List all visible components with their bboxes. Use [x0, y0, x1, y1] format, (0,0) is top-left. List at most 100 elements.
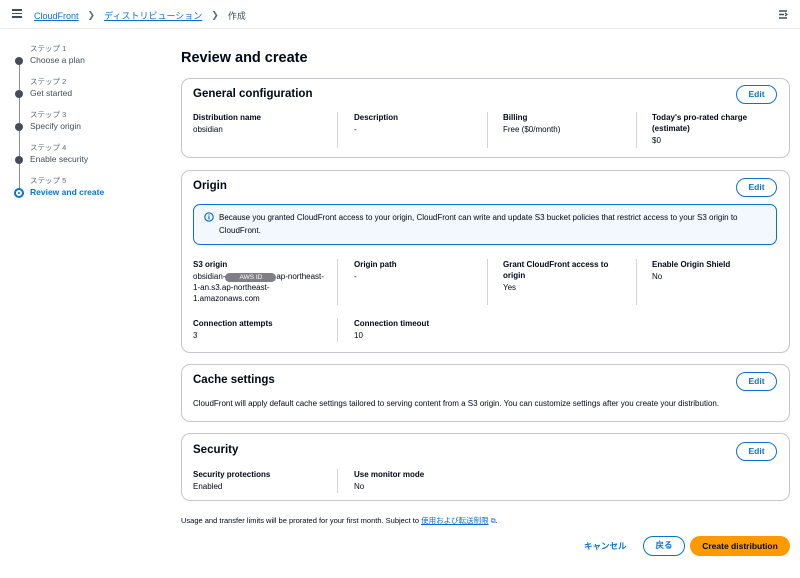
- field-value: 3: [193, 331, 198, 340]
- step-number: ステップ 5: [30, 176, 67, 185]
- external-link-icon: ⧉: [488, 518, 496, 525]
- breadcrumb: CloudFront ❯ ディストリビューション ❯ 作成: [34, 9, 246, 22]
- field-label: Origin path: [354, 260, 397, 269]
- chevron-right-icon: ❯: [211, 10, 219, 20]
- origin-card: Origin Edit Because you granted CloudFro…: [181, 170, 790, 353]
- step-dot-icon: [15, 57, 23, 65]
- field-value: No: [652, 272, 663, 281]
- step-number: ステップ 3: [30, 110, 67, 119]
- field-label: Distribution name: [193, 113, 262, 122]
- breadcrumb-create: 作成: [227, 11, 246, 21]
- field-label: Today's pro-rated charge (estimate): [652, 113, 748, 133]
- create-distribution-button[interactable]: Create distribution: [690, 536, 790, 556]
- breadcrumb-cloudfront[interactable]: CloudFront: [34, 11, 79, 21]
- edit-general-button[interactable]: Edit: [736, 85, 777, 104]
- field-s3-origin: S3 origin obsidian- AWS ID ap-northeast-1-…: [193, 259, 328, 304]
- s3-origin-prefix: obsidian-: [193, 272, 226, 281]
- field-security-protections: Security protections Enabled: [193, 469, 328, 492]
- field-origin-path: Origin path -: [354, 259, 479, 282]
- divider: [337, 469, 338, 493]
- divider: [636, 112, 637, 148]
- field-origin-shield: Enable Origin Shield No: [652, 259, 777, 282]
- breadcrumb-distributions[interactable]: ディストリビューション: [104, 9, 202, 22]
- field-value: $0: [652, 136, 661, 145]
- field-label: Description: [354, 113, 399, 122]
- field-connection-timeout: Connection timeout 10: [354, 318, 479, 341]
- info-icon: [204, 212, 214, 222]
- card-title: Security: [193, 444, 239, 456]
- field-description: Description -: [354, 112, 494, 135]
- field-label: Enable Origin Shield: [652, 260, 731, 269]
- field-label: Billing: [503, 113, 528, 122]
- field-label: S3 origin: [193, 260, 228, 269]
- step-label: Get started: [30, 88, 73, 98]
- page-title: Review and create: [181, 50, 308, 66]
- field-value: No: [354, 482, 365, 491]
- field-value: Free ($0/month): [503, 125, 561, 134]
- back-button[interactable]: 戻る: [643, 536, 685, 556]
- divider: [636, 259, 637, 305]
- divider: [487, 112, 488, 148]
- field-value: Yes: [503, 283, 517, 292]
- field-value: 10: [354, 331, 363, 340]
- edit-cache-button[interactable]: Edit: [736, 372, 777, 391]
- divider: [487, 259, 488, 305]
- card-title: General configuration: [193, 88, 313, 100]
- field-grant-access: Grant CloudFront access to origin Yes: [503, 259, 623, 293]
- general-configuration-card: General configuration Edit Distribution …: [181, 78, 790, 158]
- footnote-text: Usage and transfer limits will be prorat…: [181, 516, 420, 525]
- step-5: ステップ 5 Review and create: [14, 176, 164, 209]
- field-label: Grant CloudFront access to origin: [503, 260, 609, 280]
- divider: [337, 318, 338, 342]
- cancel-button[interactable]: キャンセル: [584, 540, 627, 552]
- field-distribution-name: Distribution name obsidian: [193, 112, 333, 135]
- field-prorated-charge: Today's pro-rated charge (estimate) $0: [652, 112, 777, 146]
- step-current-icon: [14, 188, 24, 198]
- split-panel-icon[interactable]: [778, 9, 788, 20]
- edit-origin-button[interactable]: Edit: [736, 178, 777, 197]
- field-monitor-mode: Use monitor mode No: [354, 469, 494, 492]
- card-title: Origin: [193, 180, 227, 192]
- step-label: Enable security: [30, 154, 89, 164]
- menu-icon[interactable]: [12, 9, 22, 18]
- field-value: obsidian- AWS ID ap-northeast-1-an.s3.ap-n…: [193, 271, 328, 304]
- field-value: -: [354, 272, 357, 281]
- step-dot-icon: [15, 123, 23, 131]
- step-number: ステップ 1: [30, 44, 67, 53]
- usage-limits-link[interactable]: 使用および転送制限: [421, 516, 489, 525]
- step-number: ステップ 4: [30, 143, 67, 152]
- card-title: Cache settings: [193, 374, 275, 386]
- field-value: obsidian: [193, 125, 223, 134]
- field-label: Connection attempts: [193, 319, 273, 328]
- step-label: Review and create: [30, 187, 105, 197]
- step-label: Specify origin: [30, 121, 82, 131]
- step-label: Choose a plan: [30, 55, 85, 65]
- info-text: Because you granted CloudFront access to…: [219, 213, 738, 235]
- step-3[interactable]: ステップ 3 Specify origin: [14, 110, 164, 156]
- security-card: Security Edit Security protections Enabl…: [181, 433, 790, 501]
- step-2[interactable]: ステップ 2 Get started: [14, 77, 164, 123]
- field-value: Enabled: [193, 482, 223, 491]
- top-navigation-bar: CloudFront ❯ ディストリビューション ❯ 作成: [0, 0, 800, 29]
- prorate-footnote: Usage and transfer limits will be prorat…: [181, 516, 498, 525]
- wizard-steps: ステップ 1 Choose a plan ステップ 2 Get started …: [14, 44, 164, 209]
- field-billing: Billing Free ($0/month): [503, 112, 628, 135]
- field-label: Use monitor mode: [354, 470, 425, 479]
- field-label: Security protections: [193, 470, 271, 479]
- info-alert: Because you granted CloudFront access to…: [193, 204, 777, 245]
- divider: [337, 259, 338, 305]
- step-dot-icon: [15, 90, 23, 98]
- cache-settings-card: Cache settings Edit CloudFront will appl…: [181, 364, 790, 422]
- redacted-aws-id: AWS ID: [225, 273, 277, 282]
- edit-security-button[interactable]: Edit: [736, 442, 777, 461]
- field-label: Connection timeout: [354, 319, 430, 328]
- field-value: -: [354, 125, 357, 134]
- step-1[interactable]: ステップ 1 Choose a plan: [14, 44, 164, 90]
- chevron-right-icon: ❯: [87, 10, 96, 20]
- field-connection-attempts: Connection attempts 3: [193, 318, 328, 341]
- divider: [337, 112, 338, 148]
- step-number: ステップ 2: [30, 77, 67, 86]
- step-dot-icon: [15, 156, 23, 164]
- cache-description: CloudFront will apply default cache sett…: [193, 399, 720, 408]
- step-4[interactable]: ステップ 4 Enable security: [14, 143, 164, 189]
